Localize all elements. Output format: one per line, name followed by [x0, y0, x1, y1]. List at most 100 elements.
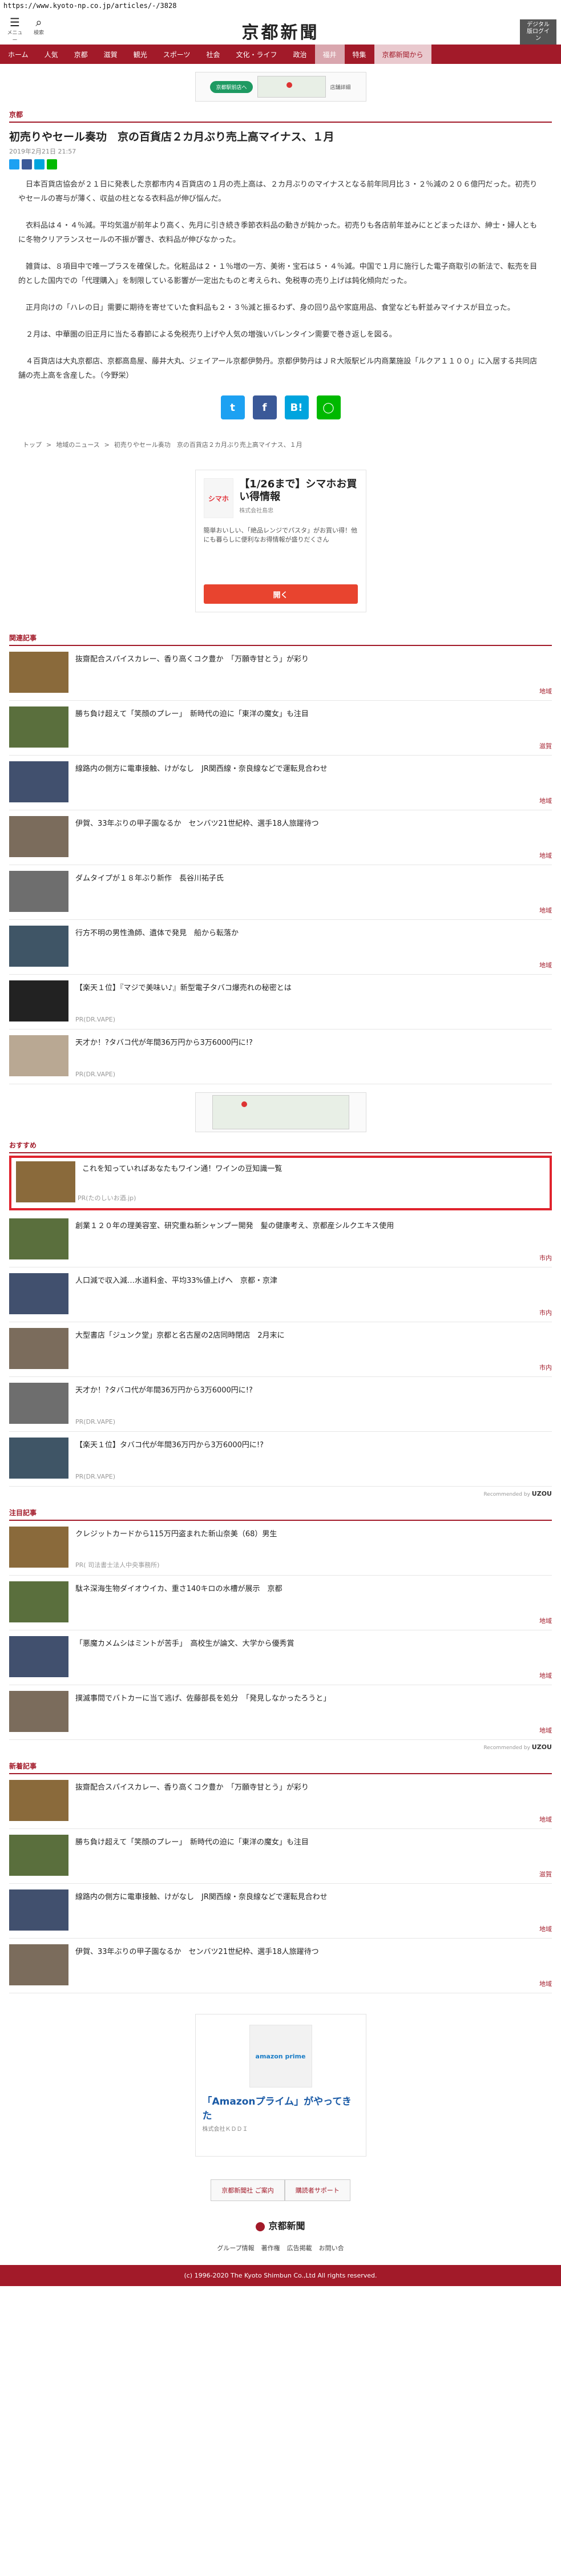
list-item[interactable]: ダムタイプが１８年ぶり新作 長谷川祐子氏地域 [9, 865, 552, 920]
breadcrumb-item: 初売りやセール奏功 京の百貨店２カ月ぶり売上高マイナス、１月 [114, 441, 302, 449]
hatena-share-button[interactable]: B! [284, 395, 309, 419]
list-item-title[interactable]: 勝ち負け超えて「笑顔のプレー」 新時代の迫に「東洋の魔女」も注目 [75, 1835, 309, 1878]
list-item[interactable]: 天才か！?タバコ代が年間36万円から3万6000円に!? PR(DR.VAPE) [9, 1377, 552, 1432]
shop-ad[interactable]: シマホ 【1/26まで】シマホお買い得情報 株式会社島忠 簡単おいしい、「絶品レ… [195, 470, 366, 612]
thumbnail [9, 1691, 68, 1732]
list-item-title[interactable]: 勝ち負け超えて「笑顔のプレー」 新時代の迫に「東洋の魔女」も注目 [75, 706, 309, 749]
list-item-title[interactable]: 人口減で収入減…水道料金、平均33%値上げへ 京都・京津 [75, 1273, 277, 1316]
mid-ad-banner[interactable] [195, 1092, 366, 1132]
thumbnail [9, 1273, 68, 1314]
nav-item[interactable]: 福井 [314, 45, 345, 64]
list-item-title[interactable]: 「悪魔カメムシはミントが苦手」 高校生が論文、大学から優秀賞 [75, 1636, 294, 1679]
recommended-list: これを知っていればあなたもワイン通！ワインの豆知識一覧 PR(たのしいお酒.jp)… [0, 1156, 561, 1487]
nav-item[interactable]: 滋賀 [96, 45, 126, 64]
company-info-link[interactable]: 京都新聞社 ご案内 [211, 2179, 285, 2201]
site-logo[interactable]: 京都新聞 [242, 18, 320, 43]
footer-nav-link[interactable]: グループ情報 [217, 2244, 254, 2252]
article-date: 2019年2月21日 21:57 [9, 148, 76, 155]
amazon-ad[interactable]: amazon prime 「Amazonプライム」がやってきた 株式会社ＫＤＤＩ [195, 2014, 366, 2157]
list-item[interactable]: 抜齋配合スパイスカレー、香り高くコク豊か 「万願寺甘とう」が彩り 地域 [9, 1774, 552, 1829]
twitter-icon[interactable] [9, 159, 19, 169]
list-item[interactable]: 【楽天１位】『マジで美味い♪』新型電子タバコ爆売れの秘密とは PR(DR.VAPE… [9, 975, 552, 1029]
list-item-title[interactable]: 行方不明の男性漁師、遺体で発見 船から転落か [75, 926, 239, 968]
top-ad-banner[interactable]: 京都駅前店へ 店舗詳細 [195, 72, 366, 102]
list-item-title[interactable]: 線路内の側方に電車接触、けがなし JR関西線・奈良線などで運転見合わせ [75, 761, 328, 804]
breadcrumb-item[interactable]: 地域のニュース [56, 441, 99, 449]
list-item-title[interactable]: 抜齋配合スパイスカレー、香り高くコク豊か 「万願寺甘とう」が彩り [75, 652, 309, 695]
thumbnail [9, 652, 68, 693]
list-item[interactable]: 線路内の側方に電車接触、けがなし JR関西線・奈良線などで運転見合わせ 地域 [9, 756, 552, 810]
list-item-title[interactable]: 線路内の側方に電車接触、けがなし JR関西線・奈良線などで運転見合わせ [75, 1889, 328, 1932]
menu-button[interactable]: ☰ メニュー [7, 16, 23, 43]
footer-nav-link[interactable]: 著作権 [261, 2244, 280, 2252]
list-item-title[interactable]: ダムタイプが１８年ぶり新作 長谷川祐子氏 [75, 871, 224, 914]
article-paragraph: 正月向けの「ハレの日」需要に期待を寄せていた食料品も２・３％減と振るわず、身の回… [26, 304, 515, 312]
nav-item[interactable]: 観光 [126, 45, 155, 64]
nav-item[interactable]: スポーツ [155, 45, 199, 64]
list-item[interactable]: 【楽天１位】タバコ代が年間36万円から3万6000円に!? PR(DR.VAPE) [9, 1432, 552, 1487]
list-item[interactable]: 人口減で収入減…水道料金、平均33%値上げへ 京都・京津 市内 [9, 1267, 552, 1322]
thumbnail [9, 706, 68, 748]
url-bar[interactable]: https://www.kyoto-np.co.jp/articles/-/38… [0, 0, 561, 13]
list-item-title[interactable]: 駄ネ深海生物ダイオウイカ、重さ140キロの水槽が展示 京都 [75, 1581, 282, 1624]
line-icon[interactable] [47, 159, 57, 169]
footer-nav-link[interactable]: 広告掲載 [287, 2244, 312, 2252]
list-item[interactable]: 大型書店「ジュンク堂」京都と名古屋の2店同時閉店 2月末に 市内 [9, 1322, 552, 1377]
ad-open-button[interactable]: 開く [203, 584, 358, 604]
list-item[interactable]: 抜齋配合スパイスカレー、香り高くコク豊か 「万願寺甘とう」が彩り 地域 [9, 646, 552, 701]
category-tag: 地域 [539, 1727, 552, 1734]
list-item[interactable]: 勝ち負け超えて「笑顔のプレー」 新時代の迫に「東洋の魔女」も注目 滋賀 [9, 1829, 552, 1884]
nav-item[interactable]: 京都 [66, 45, 96, 64]
list-item[interactable]: 駄ネ深海生物ダイオウイカ、重さ140キロの水槽が展示 京都 地域 [9, 1576, 552, 1630]
notable-label: 注目記事 [9, 1509, 37, 1517]
nav-item[interactable]: 人気 [37, 45, 66, 64]
breadcrumb: トップ > 地域のニュース > 初売りやセール奏功 京の百貨店２カ月ぶり売上高マイナス、… [0, 440, 561, 449]
section-label: 京都 [9, 111, 23, 119]
subscriber-support-link[interactable]: 購読者サポート [284, 2179, 350, 2201]
ad-description: 簡単おいしい、「絶品レンジでパスタ」がお買い得！他にも暮らしに便利なお得情報が盛… [203, 527, 358, 543]
thumbnail [9, 1383, 68, 1424]
digital-login-button[interactable]: デジタル版ログイン [520, 19, 556, 45]
list-item-title[interactable]: 抜齋配合スパイスカレー、香り高くコク豊か 「万願寺甘とう」が彩り [75, 1780, 309, 1823]
footer-logo[interactable]: 京都新聞 [0, 2218, 561, 2232]
category-tag: 地域 [539, 907, 552, 914]
amazon-product-image: amazon prime [249, 2025, 312, 2088]
nav-item[interactable]: 文化・ライフ [228, 45, 285, 64]
breadcrumb-item[interactable]: トップ [23, 441, 42, 449]
facebook-share-button[interactable]: f [252, 395, 277, 419]
divider [9, 1152, 552, 1153]
list-item[interactable]: 撲滅事問でバトカーに当て逃げ、佐藤部長を処分 「発見しなかったろうと」地域 [9, 1685, 552, 1740]
list-item[interactable]: 行方不明の男性漁師、遺体で発見 船から転落か 地域 [9, 920, 552, 975]
list-item[interactable]: 天才か！?タバコ代が年間36万円から3万6000円に!? PR(DR.VAPE) [9, 1029, 552, 1084]
list-item-title[interactable]: 創業１２０年の理美容室、研究重ね新シャンプー開発 髪の健康考え、京都産シルクエキ… [75, 1218, 394, 1261]
search-button[interactable]: ⌕ 検索 [31, 16, 47, 43]
nav-item[interactable]: ホーム [0, 45, 37, 64]
nav-item[interactable]: 政治 [285, 45, 315, 64]
list-item-title[interactable]: 撲滅事問でバトカーに当て逃げ、佐藤部長を処分 「発見しなかったろうと」 [75, 1691, 330, 1734]
ad-pill[interactable]: 京都駅前店へ [210, 80, 253, 93]
list-item[interactable]: クレジットカードから115万円盗まれた新山奈美（68）男生 PR( 司法書士法人中… [9, 1521, 552, 1576]
map-thumbnail [212, 1095, 349, 1129]
list-item[interactable]: 伊賀、33年ぶりの甲子園なるか センバツ21世紀枠、選手18人旅躍待つ 地域 [9, 810, 552, 865]
twitter-share-button[interactable]: t [220, 395, 245, 419]
list-item[interactable]: これを知っていればあなたもワイン通！ワインの豆知識一覧 PR(たのしいお酒.jp) [9, 1156, 552, 1210]
list-item-title[interactable]: 伊賀、33年ぶりの甲子園なるか センバツ21世紀枠、選手18人旅躍待つ [75, 816, 319, 859]
list-item[interactable]: 線路内の側方に電車接触、けがなし JR関西線・奈良線などで運転見合わせ 地域 [9, 1884, 552, 1939]
latest-label: 新着記事 [9, 1762, 37, 1770]
breadcrumb-separator: > [104, 441, 110, 449]
facebook-icon[interactable] [22, 159, 32, 169]
search-icon: ⌕ [35, 15, 42, 29]
list-item[interactable]: 「悪魔カメムシはミントが苦手」 高校生が論文、大学から優秀賞 地域 [9, 1630, 552, 1685]
nav-item[interactable]: 特集 [345, 45, 374, 64]
nav-item[interactable]: 京都新聞から [374, 45, 431, 64]
footer-nav-link[interactable]: お問い合 [319, 2244, 344, 2252]
list-item[interactable]: 創業１２０年の理美容室、研究重ね新シャンプー開発 髪の健康考え、京都産シルクエキ… [9, 1213, 552, 1267]
list-item-title[interactable]: 大型書店「ジュンク堂」京都と名古屋の2店同時閉店 2月末に [75, 1328, 285, 1371]
list-item-title[interactable]: 伊賀、33年ぶりの甲子園なるか センバツ21世紀枠、選手18人旅躍待つ [75, 1944, 319, 1987]
list-item[interactable]: 勝ち負け超えて「笑顔のプレー」 新時代の迫に「東洋の魔女」も注目 滋賀 [9, 701, 552, 756]
nav-item[interactable]: 社会 [198, 45, 228, 64]
list-item[interactable]: 伊賀、33年ぶりの甲子園なるか センバツ21世紀枠、選手18人旅躍待つ 地域 [9, 1939, 552, 1993]
hatena-icon[interactable] [34, 159, 45, 169]
related-label: 関連記事 [9, 634, 37, 642]
line-share-button[interactable]: ◯ [316, 395, 341, 419]
